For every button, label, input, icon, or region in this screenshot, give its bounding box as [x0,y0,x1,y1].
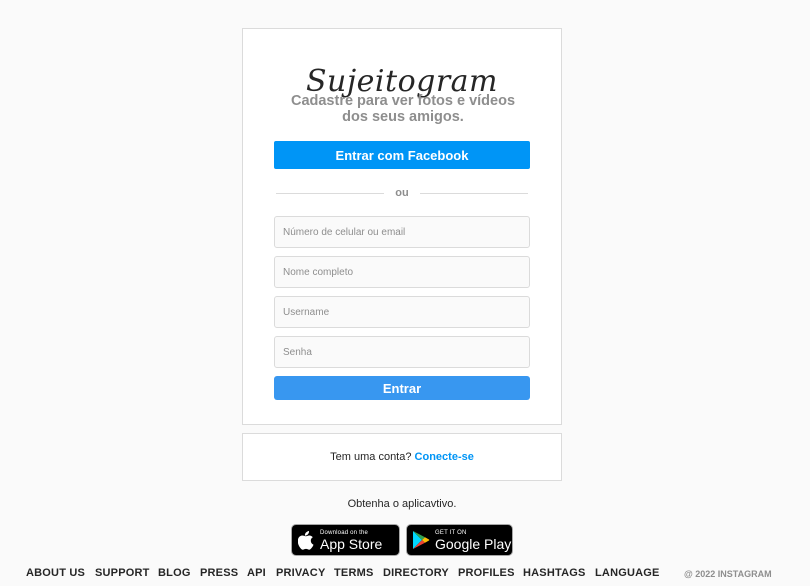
divider-line-right [420,193,528,194]
copyright-text: @ 2022 INSTAGRAM [684,569,772,579]
google-play-big-text: Google Play [435,535,512,552]
full-name-input[interactable] [274,256,530,288]
footer-link-api[interactable]: API [247,567,266,579]
app-store-small-text: Download on the [320,529,369,536]
footer-link-profiles[interactable]: PROFILES [458,567,515,579]
username-input[interactable] [274,296,530,328]
tagline: Cadastre para ver fotos e vídeos dos seu… [290,93,516,125]
get-app-text: Obtenha o aplicavtivo. [347,498,457,510]
apple-icon [292,530,320,550]
or-divider: ou [276,187,528,199]
app-store-text: Download on the App Store [320,530,382,551]
footer-link-about-us[interactable]: ABOUT US [26,567,85,579]
footer-link-language[interactable]: LANGUAGE [595,567,660,579]
app-store-big-text: App Store [320,535,383,552]
app-store-badge[interactable]: Download on the App Store [291,524,400,556]
signup-submit-button[interactable]: Entrar [274,376,530,400]
signup-card: Sujeitogram Cadastre para ver fotos e ví… [242,28,562,425]
footer-link-hashtags[interactable]: HASHTAGS [523,567,586,579]
login-prompt-text: Tem uma conta? [330,451,412,463]
google-play-icon [407,530,435,550]
footer-link-privacy[interactable]: PRIVACY [276,567,325,579]
password-input[interactable] [274,336,530,368]
google-play-text: GET IT ON Google Play [435,530,511,551]
login-prompt-card: Tem uma conta? Conecte-se [242,433,562,481]
footer-link-terms[interactable]: TERMS [334,567,374,579]
facebook-login-button[interactable]: Entrar com Facebook [274,141,530,169]
footer-link-directory[interactable]: DIRECTORY [383,567,449,579]
footer-link-support[interactable]: SUPPORT [95,567,150,579]
footer-link-blog[interactable]: BLOG [158,567,191,579]
google-play-badge[interactable]: GET IT ON Google Play [406,524,513,556]
google-play-small-text: GET IT ON [435,529,467,536]
footer-link-press[interactable]: PRESS [200,567,238,579]
login-link[interactable]: Conecte-se [415,451,474,463]
phone-or-email-input[interactable] [274,216,530,248]
